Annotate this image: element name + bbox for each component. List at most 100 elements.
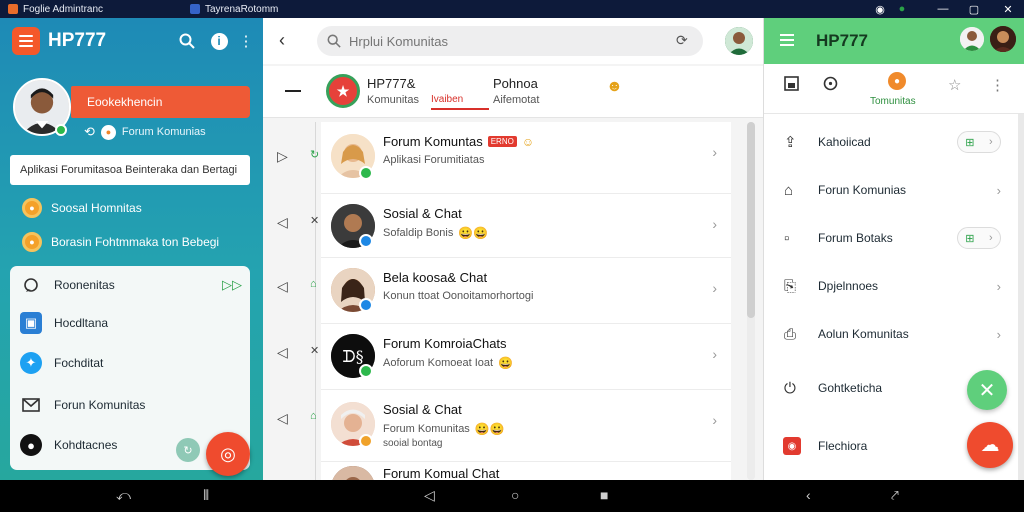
online-badge bbox=[55, 124, 67, 136]
close-button[interactable]: ✕ bbox=[1000, 1, 1016, 17]
back-arrow-icon[interactable]: ‹ bbox=[279, 30, 285, 51]
compose-fab-button[interactable]: ◎ bbox=[206, 432, 250, 476]
search-bar[interactable] bbox=[317, 26, 703, 56]
community-header: ★ HP777& Komunitas Ivaiben Pohnoa Aifemo… bbox=[263, 66, 763, 118]
refresh-icon[interactable]: ↻ bbox=[310, 148, 319, 161]
recents-icon[interactable]: ⦀ bbox=[203, 487, 209, 504]
header-title-2[interactable]: Pohnoa bbox=[493, 76, 538, 91]
emoji-icon: ☺ bbox=[521, 134, 535, 149]
bookmark-icon[interactable]: ⌂ bbox=[310, 278, 317, 290]
card-item-roonenitas[interactable]: Roonenitas ▷▷ bbox=[20, 274, 242, 296]
user-avatar[interactable] bbox=[725, 27, 753, 55]
toggle-pill[interactable]: ⊞ › bbox=[957, 227, 1001, 249]
forum-row[interactable]: Forum Komuntas ERNO ☺ Aplikasi Forumitia… bbox=[321, 122, 731, 194]
upload-fab-button[interactable]: ☁ bbox=[967, 422, 1013, 468]
right-tabs: ● Tomunitas ☆ ⋮ bbox=[764, 64, 1024, 114]
window-tab-2[interactable]: TayrenaRotomm bbox=[190, 2, 278, 16]
user-avatar-2[interactable] bbox=[990, 26, 1016, 52]
rotate-icon[interactable]: ⤺ bbox=[116, 487, 131, 504]
bookmark-icon[interactable]: ⌂ bbox=[310, 410, 317, 422]
right-item-forun[interactable]: ⌂ Forun Komunias › bbox=[764, 166, 1024, 214]
play-icon[interactable]: ▷ bbox=[277, 148, 288, 165]
close-fab-button[interactable]: ✕ bbox=[967, 370, 1007, 410]
card-item-forum[interactable]: Forun Komunitas bbox=[20, 394, 145, 416]
home-nav-icon[interactable]: ○ bbox=[511, 487, 519, 503]
chevron-right-icon[interactable]: › bbox=[712, 216, 717, 232]
triangle-left-icon[interactable]: ◁ bbox=[277, 278, 288, 295]
window-tab-1-title: Foglie Admintranc bbox=[23, 3, 104, 15]
tab-compass-icon[interactable] bbox=[823, 76, 838, 95]
right-item-label: Dpjelnnoes bbox=[818, 279, 879, 293]
back-nav-icon-2[interactable]: ‹ bbox=[806, 487, 811, 503]
tab-active[interactable]: Ivaiben bbox=[431, 94, 489, 110]
row-title-text: Forum Komuntas bbox=[383, 134, 483, 149]
svg-text:ᗪ§: ᗪ§ bbox=[342, 347, 363, 366]
chevron-right-icon[interactable]: › bbox=[712, 412, 717, 428]
forward-icon[interactable]: ▷▷ bbox=[222, 277, 242, 293]
user-avatar[interactable] bbox=[960, 27, 984, 51]
right-item-botaks[interactable]: ▫ Forum Botaks ⊞ › bbox=[764, 214, 1024, 262]
tab-community-label[interactable]: Tomunitas bbox=[870, 96, 916, 107]
left-row-social[interactable]: ● Soosal Homnitas bbox=[22, 198, 142, 218]
card-item-hocdltana[interactable]: ▣ Hocdltana bbox=[20, 312, 108, 334]
hamburger-menu-button[interactable] bbox=[12, 27, 40, 55]
verified-badge bbox=[359, 298, 373, 312]
more-vert-icon[interactable]: ⋮ bbox=[236, 31, 256, 51]
screenshot-icon[interactable]: ⤤ bbox=[891, 487, 899, 504]
triangle-left-icon[interactable]: ◁ bbox=[277, 344, 288, 361]
tab-star-icon[interactable]: ☆ bbox=[948, 76, 961, 94]
right-item-dpjelnnoes[interactable]: ⎘ Dpjelnnoes › bbox=[764, 262, 1024, 310]
right-item-kahoiicad[interactable]: ⇪ Kahoiicad ⊞ › bbox=[764, 118, 1024, 166]
refresh-icon[interactable]: ⟳ bbox=[676, 32, 688, 49]
online-badge bbox=[359, 364, 373, 378]
info-icon[interactable]: i bbox=[209, 31, 229, 51]
forum-row[interactable]: ᗪ§ Forum KomroiaChats Aoforum Komoeat Io… bbox=[321, 324, 731, 390]
home-icon: ⌂ bbox=[784, 181, 794, 199]
tab-save-icon[interactable] bbox=[784, 76, 799, 95]
close-icon[interactable]: ✕ bbox=[310, 214, 319, 227]
collapse-icon[interactable] bbox=[285, 90, 301, 92]
window-tab-1[interactable]: Foglie Admintranc bbox=[8, 2, 103, 16]
profile-button[interactable]: Eookekhencin bbox=[71, 86, 250, 118]
hamburger-menu-button[interactable] bbox=[780, 34, 794, 46]
forum-row[interactable]: Sosial & Chat Forum Komunitas 😀😀 sooial … bbox=[321, 390, 731, 462]
card-item-kohdtacnes[interactable]: ● Kohdtacnes bbox=[20, 434, 117, 456]
forum-row[interactable]: Sosial & Chat Sofaldip Bonis 😀😀 › bbox=[321, 194, 731, 258]
maximize-button[interactable]: ▢ bbox=[966, 1, 982, 17]
forum-chip[interactable]: ⟲ ● Forum Komunias bbox=[84, 124, 206, 140]
sync-icon[interactable]: ↻ bbox=[176, 438, 200, 462]
overview-nav-icon[interactable]: ■ bbox=[600, 487, 608, 503]
emoji-icon: 😀😀 bbox=[474, 422, 505, 436]
left-row-label: Borasin Fohtmmaka ton Bebegi bbox=[51, 235, 220, 249]
close-icon[interactable]: ✕ bbox=[310, 344, 319, 357]
forum-row[interactable]: Forum Komual Chat bbox=[321, 462, 731, 480]
minimize-button[interactable]: — bbox=[935, 1, 951, 17]
app-description: Aplikasi Forumitasoa Beinteraka dan Bert… bbox=[10, 155, 250, 185]
emoji-icon[interactable]: ☻ bbox=[606, 78, 623, 96]
row-subtitle-2: sooial bontag bbox=[383, 438, 443, 449]
row-subtitle-text: Sofaldip Bonis bbox=[383, 227, 454, 239]
forum-icon: ● bbox=[100, 124, 116, 140]
status-dot-icon[interactable]: ● bbox=[894, 1, 910, 17]
search-icon[interactable] bbox=[177, 31, 197, 51]
back-nav-icon[interactable]: ◁ bbox=[424, 487, 435, 504]
more-vert-icon[interactable]: ⋮ bbox=[990, 76, 1005, 94]
forum-row[interactable]: Bela koosa& Chat Konun ttoat Oonoitamorh… bbox=[321, 258, 731, 324]
chevron-right-icon[interactable]: › bbox=[712, 280, 717, 296]
chevron-right-icon[interactable]: › bbox=[712, 346, 717, 362]
card-item-fochditat[interactable]: ✦ Fochditat bbox=[20, 352, 103, 374]
app-title: HP777 bbox=[816, 31, 868, 50]
scrollbar-thumb[interactable] bbox=[747, 122, 755, 318]
right-item-aolun[interactable]: ⎙ Aolun Komunitas › bbox=[764, 310, 1024, 358]
chevron-right-icon[interactable]: › bbox=[712, 144, 717, 160]
toggle-pill[interactable]: ⊞ › bbox=[957, 131, 1001, 153]
triangle-left-icon[interactable]: ◁ bbox=[277, 410, 288, 427]
search-input[interactable] bbox=[349, 33, 649, 49]
row-avatar bbox=[331, 466, 375, 480]
tab-community-icon[interactable]: ● bbox=[888, 72, 906, 90]
left-row-share[interactable]: ● Borasin Fohtmmaka ton Bebegi bbox=[22, 232, 219, 252]
triangle-left-icon[interactable]: ◁ bbox=[277, 214, 288, 231]
record-icon[interactable]: ◉ bbox=[872, 1, 888, 17]
community-subtitle: Komunitas bbox=[367, 94, 419, 106]
scrollbar-track[interactable] bbox=[1018, 114, 1024, 480]
